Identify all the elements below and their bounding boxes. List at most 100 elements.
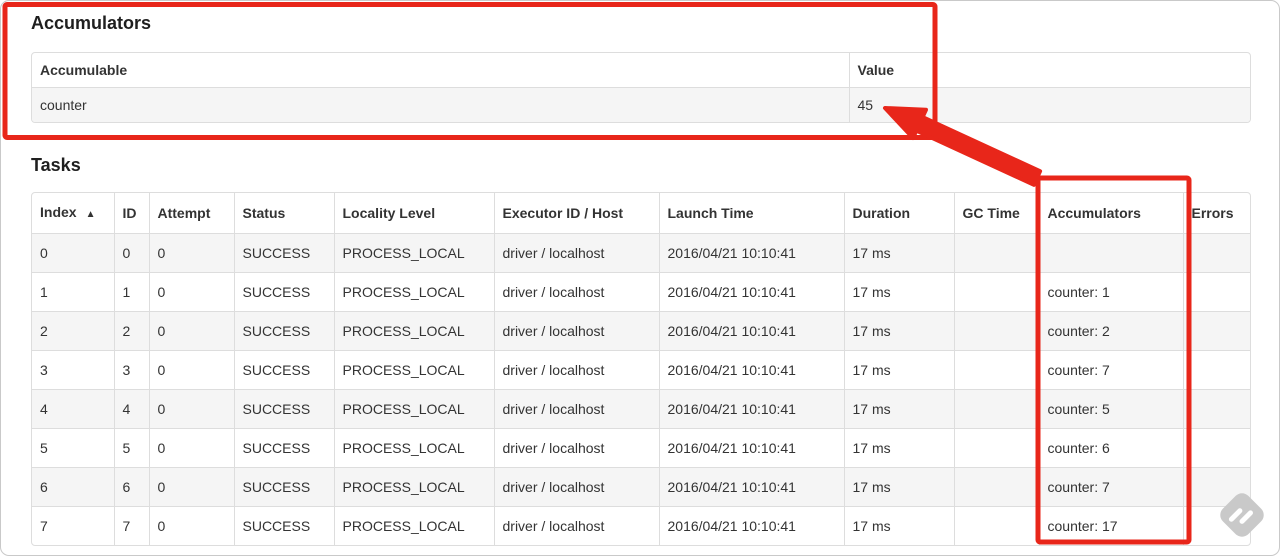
tasks-table: Index ▲ ID Attempt Status Locality Level … xyxy=(31,192,1251,546)
cell-status: SUCCESS xyxy=(233,428,334,468)
cell-accumulators: counter: 7 xyxy=(1038,467,1183,507)
col-header-gc-time[interactable]: GC Time xyxy=(953,193,1039,234)
col-header-duration[interactable]: Duration xyxy=(843,193,954,234)
cell-errors xyxy=(1182,350,1250,390)
cell-accumulators: counter: 17 xyxy=(1038,506,1183,545)
cell-executor: driver / localhost xyxy=(493,350,659,390)
cell-locality: PROCESS_LOCAL xyxy=(333,467,494,507)
col-header-accumulators[interactable]: Accumulators xyxy=(1038,193,1183,234)
col-header-status[interactable]: Status xyxy=(233,193,334,234)
task-row: 4 4 0 SUCCESS PROCESS_LOCAL driver / localhos… xyxy=(32,389,1250,429)
cell-id: 1 xyxy=(113,272,149,312)
cell-duration: 17 ms xyxy=(843,233,954,273)
col-header-launch-time[interactable]: Launch Time xyxy=(658,193,844,234)
task-row: 5 5 0 SUCCESS PROCESS_LOCAL driver / localhos… xyxy=(32,428,1250,468)
cell-executor: driver / localhost xyxy=(493,428,659,468)
task-row: 7 7 0 SUCCESS PROCESS_LOCAL driver / localhos… xyxy=(32,506,1250,545)
cell-attempt: 0 xyxy=(148,311,234,351)
cell-accumulators: counter: 5 xyxy=(1038,389,1183,429)
cell-locality: PROCESS_LOCAL xyxy=(333,428,494,468)
cell-locality: PROCESS_LOCAL xyxy=(333,350,494,390)
col-header-executor-id-host[interactable]: Executor ID / Host xyxy=(493,193,659,234)
cell-accumulators: counter: 6 xyxy=(1038,428,1183,468)
col-header-attempt[interactable]: Attempt xyxy=(148,193,234,234)
cell-status: SUCCESS xyxy=(233,272,334,312)
cell-executor: driver / localhost xyxy=(493,467,659,507)
col-header-index[interactable]: Index ▲ xyxy=(32,193,114,234)
cell-launch-time: 2016/04/21 10:10:41 xyxy=(658,506,844,545)
cell-locality: PROCESS_LOCAL xyxy=(333,389,494,429)
task-row: 6 6 0 SUCCESS PROCESS_LOCAL driver / localhos… xyxy=(32,467,1250,507)
cell-id: 3 xyxy=(113,350,149,390)
cell-executor: driver / localhost xyxy=(493,233,659,273)
cell-accumulators xyxy=(1038,233,1183,273)
col-header-index-label: Index xyxy=(40,203,77,220)
task-row: 0 0 0 SUCCESS PROCESS_LOCAL driver / localhos… xyxy=(32,233,1250,273)
cell-id: 2 xyxy=(113,311,149,351)
cell-errors xyxy=(1182,428,1250,468)
cell-attempt: 0 xyxy=(148,389,234,429)
accumulators-header-row: Accumulable Value xyxy=(32,53,1250,88)
cell-attempt: 0 xyxy=(148,233,234,273)
tasks-header-row: Index ▲ ID Attempt Status Locality Level … xyxy=(32,193,1250,234)
cell-attempt: 0 xyxy=(148,506,234,545)
cell-locality: PROCESS_LOCAL xyxy=(333,311,494,351)
cell-status: SUCCESS xyxy=(233,311,334,351)
cell-duration: 17 ms xyxy=(843,311,954,351)
spark-ui-page: Accumulators Accumulable Value counter 4… xyxy=(0,0,1280,556)
cell-status: SUCCESS xyxy=(233,389,334,429)
col-header-accumulable: Accumulable xyxy=(40,62,128,78)
accumulators-table: Accumulable Value counter 45 xyxy=(31,52,1251,123)
tasks-section-title: Tasks xyxy=(31,155,81,175)
cell-locality: PROCESS_LOCAL xyxy=(333,233,494,273)
cell-errors xyxy=(1182,311,1250,351)
cell-accumulators: counter: 7 xyxy=(1038,350,1183,390)
cell-gc-time xyxy=(953,467,1039,507)
cell-index: 1 xyxy=(32,272,114,312)
cell-status: SUCCESS xyxy=(233,233,334,273)
col-header-id[interactable]: ID xyxy=(113,193,149,234)
page-content: Accumulators Accumulable Value counter 4… xyxy=(1,1,1279,546)
cell-duration: 17 ms xyxy=(843,506,954,545)
cell-index: 2 xyxy=(32,311,114,351)
cell-index: 3 xyxy=(32,350,114,390)
cell-duration: 17 ms xyxy=(843,428,954,468)
cell-launch-time: 2016/04/21 10:10:41 xyxy=(658,311,844,351)
cell-gc-time xyxy=(953,272,1039,312)
task-row: 2 2 0 SUCCESS PROCESS_LOCAL driver / localhos… xyxy=(32,311,1250,351)
cell-launch-time: 2016/04/21 10:10:41 xyxy=(658,272,844,312)
cell-errors xyxy=(1182,233,1250,273)
cell-gc-time xyxy=(953,389,1039,429)
cell-index: 7 xyxy=(32,506,114,545)
cell-id: 5 xyxy=(113,428,149,468)
cell-errors xyxy=(1182,389,1250,429)
cell-launch-time: 2016/04/21 10:10:41 xyxy=(658,428,844,468)
cell-id: 7 xyxy=(113,506,149,545)
accumulator-row: counter 45 xyxy=(32,87,1250,122)
cell-executor: driver / localhost xyxy=(493,389,659,429)
cell-id: 0 xyxy=(113,233,149,273)
accumulators-section-title: Accumulators xyxy=(31,13,152,33)
cell-duration: 17 ms xyxy=(843,272,954,312)
cell-errors xyxy=(1182,272,1250,312)
cell-errors xyxy=(1182,467,1250,507)
cell-index: 5 xyxy=(32,428,114,468)
cell-duration: 17 ms xyxy=(843,389,954,429)
col-header-locality-level[interactable]: Locality Level xyxy=(333,193,494,234)
cell-locality: PROCESS_LOCAL xyxy=(333,506,494,545)
cell-status: SUCCESS xyxy=(233,350,334,390)
cell-attempt: 0 xyxy=(148,467,234,507)
cell-errors xyxy=(1182,506,1250,545)
cell-gc-time xyxy=(953,506,1039,545)
cell-duration: 17 ms xyxy=(843,350,954,390)
sort-ascending-icon: ▲ xyxy=(85,208,96,220)
cell-id: 4 xyxy=(113,389,149,429)
cell-status: SUCCESS xyxy=(233,506,334,545)
cell-gc-time xyxy=(953,311,1039,351)
task-row: 3 3 0 SUCCESS PROCESS_LOCAL driver / localhos… xyxy=(32,350,1250,390)
cell-value: 45 xyxy=(848,87,1250,122)
cell-launch-time: 2016/04/21 10:10:41 xyxy=(658,467,844,507)
cell-gc-time xyxy=(953,233,1039,273)
col-header-errors[interactable]: Errors xyxy=(1182,193,1250,234)
cell-executor: driver / localhost xyxy=(493,311,659,351)
